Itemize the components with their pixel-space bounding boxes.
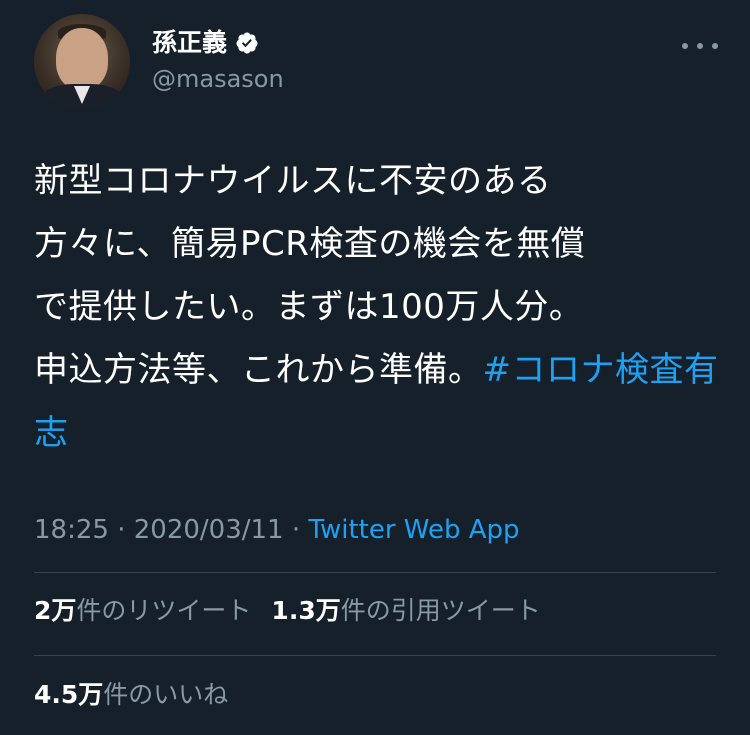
tweet-header: 孫正義 @masason	[34, 14, 724, 114]
meta-separator: ·	[108, 515, 134, 545]
retweets-count: 2万	[34, 596, 77, 625]
display-name[interactable]: 孫正義	[152, 28, 227, 58]
name-row: 孫正義	[152, 28, 259, 58]
source-link[interactable]: Twitter Web App	[308, 515, 519, 545]
divider	[34, 655, 716, 656]
quotes-count: 1.3万	[271, 596, 341, 625]
stats-row-likes: 4.5万件のいいね	[34, 675, 228, 715]
retweets-label: 件のリツイート	[76, 596, 252, 625]
tweet-meta: 18:25 · 2020/03/11 · Twitter Web App	[34, 510, 520, 550]
tweet-time[interactable]: 18:25	[34, 515, 109, 545]
retweets-stat[interactable]: 2万件のリツイート	[34, 596, 251, 625]
quotes-label: 件の引用ツイート	[340, 596, 541, 625]
meta-separator: ·	[283, 515, 309, 545]
likes-stat[interactable]: 4.5万件のいいね	[34, 680, 228, 709]
divider	[34, 572, 716, 573]
verified-badge-icon	[236, 32, 258, 54]
stats-row-shares: 2万件のリツイート 1.3万件の引用ツイート	[34, 591, 541, 631]
tweet-text: 新型コロナウイルスに不安のある 方々に、簡易PCR検査の機会を無償 で提供したい…	[34, 150, 724, 465]
avatar-face	[56, 28, 108, 90]
tweet-date[interactable]: 2020/03/11	[134, 515, 284, 545]
more-options-icon[interactable]	[680, 36, 720, 56]
user-handle[interactable]: @masason	[152, 64, 284, 94]
likes-count: 4.5万	[34, 680, 104, 709]
avatar[interactable]	[34, 14, 130, 110]
quotes-stat[interactable]: 1.3万件の引用ツイート	[271, 596, 540, 625]
likes-label: 件のいいね	[103, 680, 229, 709]
